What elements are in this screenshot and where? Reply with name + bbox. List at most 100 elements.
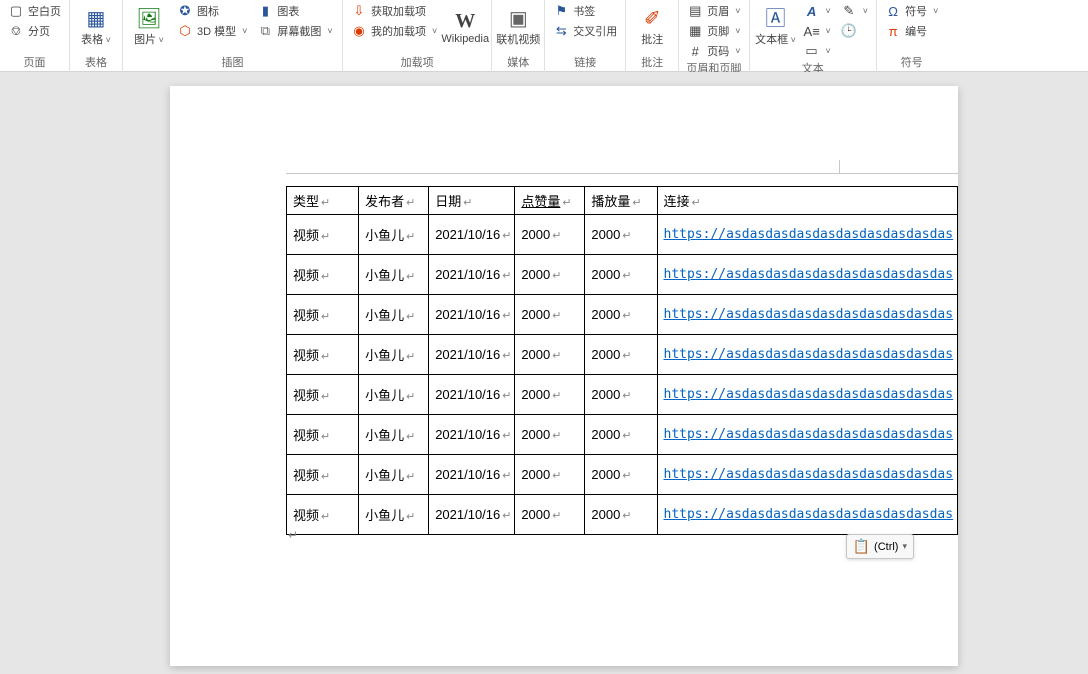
cross-ref-button[interactable]: ⇆交叉引用 [549, 22, 621, 40]
table-row[interactable]: 视频↵小鱼儿↵2021/10/16↵2000↵2000↵https://asda… [287, 335, 958, 375]
table-cell[interactable]: 2000↵ [515, 415, 585, 455]
wikipedia-button[interactable]: W Wikipedia [443, 2, 487, 54]
table-cell[interactable]: https://asdasdasdasdasdasdasdasdasdas [657, 255, 958, 295]
table-button[interactable]: ▦ 表格 [74, 2, 118, 54]
paste-options-button[interactable]: 📋 (Ctrl) [846, 534, 914, 559]
table-row[interactable]: 视频↵小鱼儿↵2021/10/16↵2000↵2000↵https://asda… [287, 295, 958, 335]
equation-label: 编号 [905, 23, 927, 39]
get-addins-button[interactable]: ⇩获取加载项 [347, 2, 441, 20]
screenshot-button[interactable]: ⧉屏幕截图 [253, 22, 336, 40]
table-icon: ▦ [87, 9, 106, 29]
page-number-button[interactable]: #页码 [683, 42, 744, 60]
table-cell[interactable]: 2000↵ [515, 335, 585, 375]
table-cell[interactable]: 2000↵ [585, 335, 657, 375]
link[interactable]: https://asdasdasdasdasdasdasdasdasdas [664, 507, 954, 522]
table-cell[interactable]: 2021/10/16↵ [429, 415, 515, 455]
table-row[interactable]: 视频↵小鱼儿↵2021/10/16↵2000↵2000↵https://asda… [287, 415, 958, 455]
table-cell[interactable]: https://asdasdasdasdasdasdasdasdasdas [657, 335, 958, 375]
textbox-button[interactable]: 🄰 文本框 [754, 2, 798, 54]
table-cell[interactable]: 视频↵ [287, 375, 359, 415]
table-cell[interactable]: 2021/10/16↵ [429, 375, 515, 415]
data-table[interactable]: 类型↵ 发布者↵ 日期↵ 点赞量↵ 播放量↵ 连接↵ 视频↵小鱼儿↵2021/1… [286, 186, 958, 535]
table-cell[interactable]: 小鱼儿↵ [359, 335, 429, 375]
table-cell[interactable]: 2000↵ [585, 375, 657, 415]
link[interactable]: https://asdasdasdasdasdasdasdasdasdas [664, 227, 954, 242]
table-cell[interactable]: https://asdasdasdasdasdasdasdasdasdas [657, 455, 958, 495]
table-cell[interactable]: 2021/10/16↵ [429, 295, 515, 335]
table-cell[interactable]: https://asdasdasdasdasdasdasdasdasdas [657, 415, 958, 455]
header-button[interactable]: ▤页眉 [683, 2, 744, 20]
table-cell[interactable]: 2021/10/16↵ [429, 495, 515, 535]
table-cell[interactable]: https://asdasdasdasdasdasdasdasdasdas [657, 495, 958, 535]
link[interactable]: https://asdasdasdasdasdasdasdasdasdas [664, 387, 954, 402]
link[interactable]: https://asdasdasdasdasdasdasdasdasdas [664, 427, 954, 442]
table-cell[interactable]: https://asdasdasdasdasdasdasdasdasdas [657, 375, 958, 415]
table-cell[interactable]: 2000↵ [515, 375, 585, 415]
table-cell[interactable]: 2000↵ [585, 295, 657, 335]
footer-button[interactable]: ▦页脚 [683, 22, 744, 40]
link[interactable]: https://asdasdasdasdasdasdasdasdasdas [664, 467, 954, 482]
table-cell[interactable]: 2000↵ [585, 215, 657, 255]
table-cell[interactable]: 小鱼儿↵ [359, 455, 429, 495]
table-cell[interactable]: 2000↵ [585, 455, 657, 495]
table-cell[interactable]: 小鱼儿↵ [359, 375, 429, 415]
bookmark-icon: ⚑ [553, 3, 569, 19]
icons-button[interactable]: ✪图标 [173, 2, 251, 20]
table-cell[interactable]: 小鱼儿↵ [359, 215, 429, 255]
model3d-button[interactable]: ⬡3D 模型 [173, 22, 251, 40]
link[interactable]: https://asdasdasdasdasdasdasdasdasdas [664, 307, 954, 322]
table-cell[interactable]: 2021/10/16↵ [429, 255, 515, 295]
bookmark-label: 书签 [573, 3, 595, 19]
table-cell[interactable]: 视频↵ [287, 455, 359, 495]
table-cell[interactable]: 2000↵ [515, 255, 585, 295]
table-cell[interactable]: 2021/10/16↵ [429, 455, 515, 495]
link[interactable]: https://asdasdasdasdasdasdasdasdasdas [664, 267, 954, 282]
date-button[interactable]: 🕒 [837, 22, 872, 40]
my-addins-icon: ◉ [351, 23, 367, 39]
screenshot-label: 屏幕截图 [277, 23, 321, 39]
document-page[interactable]: 类型↵ 发布者↵ 日期↵ 点赞量↵ 播放量↵ 连接↵ 视频↵小鱼儿↵2021/1… [170, 86, 958, 666]
table-cell[interactable]: https://asdasdasdasdasdasdasdasdasdas [657, 215, 958, 255]
table-row[interactable]: 视频↵小鱼儿↵2021/10/16↵2000↵2000↵https://asda… [287, 455, 958, 495]
bookmark-button[interactable]: ⚑书签 [549, 2, 621, 20]
table-row[interactable]: 视频↵小鱼儿↵2021/10/16↵2000↵2000↵https://asda… [287, 215, 958, 255]
chart-button[interactable]: ▮图表 [253, 2, 336, 20]
table-row[interactable]: 视频↵小鱼儿↵2021/10/16↵2000↵2000↵https://asda… [287, 375, 958, 415]
table-cell[interactable]: 视频↵ [287, 335, 359, 375]
table-cell[interactable]: 2000↵ [585, 495, 657, 535]
dropcap-button[interactable]: A≡ [800, 22, 835, 40]
comment-button[interactable]: ✐ 批注 [630, 2, 674, 54]
online-video-button[interactable]: ▣ 联机视频 [496, 2, 540, 54]
table-cell[interactable]: 视频↵ [287, 215, 359, 255]
table-cell[interactable]: 2000↵ [585, 255, 657, 295]
symbol-button[interactable]: Ω符号 [881, 2, 942, 20]
table-cell[interactable]: 2000↵ [515, 295, 585, 335]
table-cell[interactable]: 2000↵ [515, 455, 585, 495]
table-cell[interactable]: 2021/10/16↵ [429, 215, 515, 255]
table-cell[interactable]: 视频↵ [287, 415, 359, 455]
page-number-icon: # [687, 44, 703, 59]
object-button[interactable]: ▭ [800, 42, 835, 60]
table-cell[interactable]: https://asdasdasdasdasdasdasdasdasdas [657, 295, 958, 335]
my-addins-button[interactable]: ◉我的加载项 [347, 22, 441, 40]
table-cell[interactable]: 小鱼儿↵ [359, 495, 429, 535]
wordart-button[interactable]: A [800, 2, 835, 20]
table-row[interactable]: 视频↵小鱼儿↵2021/10/16↵2000↵2000↵https://asda… [287, 495, 958, 535]
document-canvas: 类型↵ 发布者↵ 日期↵ 点赞量↵ 播放量↵ 连接↵ 视频↵小鱼儿↵2021/1… [0, 72, 1088, 674]
table-cell[interactable]: 2000↵ [515, 215, 585, 255]
table-cell[interactable]: 小鱼儿↵ [359, 415, 429, 455]
equation-button[interactable]: π编号 [881, 22, 942, 40]
page-break-button[interactable]: ⎊分页 [4, 22, 65, 40]
table-cell[interactable]: 2000↵ [585, 415, 657, 455]
table-cell[interactable]: 小鱼儿↵ [359, 295, 429, 335]
table-cell[interactable]: 小鱼儿↵ [359, 255, 429, 295]
link[interactable]: https://asdasdasdasdasdasdasdasdasdas [664, 347, 954, 362]
blank-page-button[interactable]: ▢空白页 [4, 2, 65, 20]
table-row[interactable]: 视频↵小鱼儿↵2021/10/16↵2000↵2000↵https://asda… [287, 255, 958, 295]
table-cell[interactable]: 视频↵ [287, 255, 359, 295]
sig-button[interactable]: ✎ [837, 2, 872, 20]
table-cell[interactable]: 2021/10/16↵ [429, 335, 515, 375]
picture-button[interactable]: 🖼 图片 [127, 2, 171, 54]
table-cell[interactable]: 2000↵ [515, 495, 585, 535]
table-cell[interactable]: 视频↵ [287, 295, 359, 335]
